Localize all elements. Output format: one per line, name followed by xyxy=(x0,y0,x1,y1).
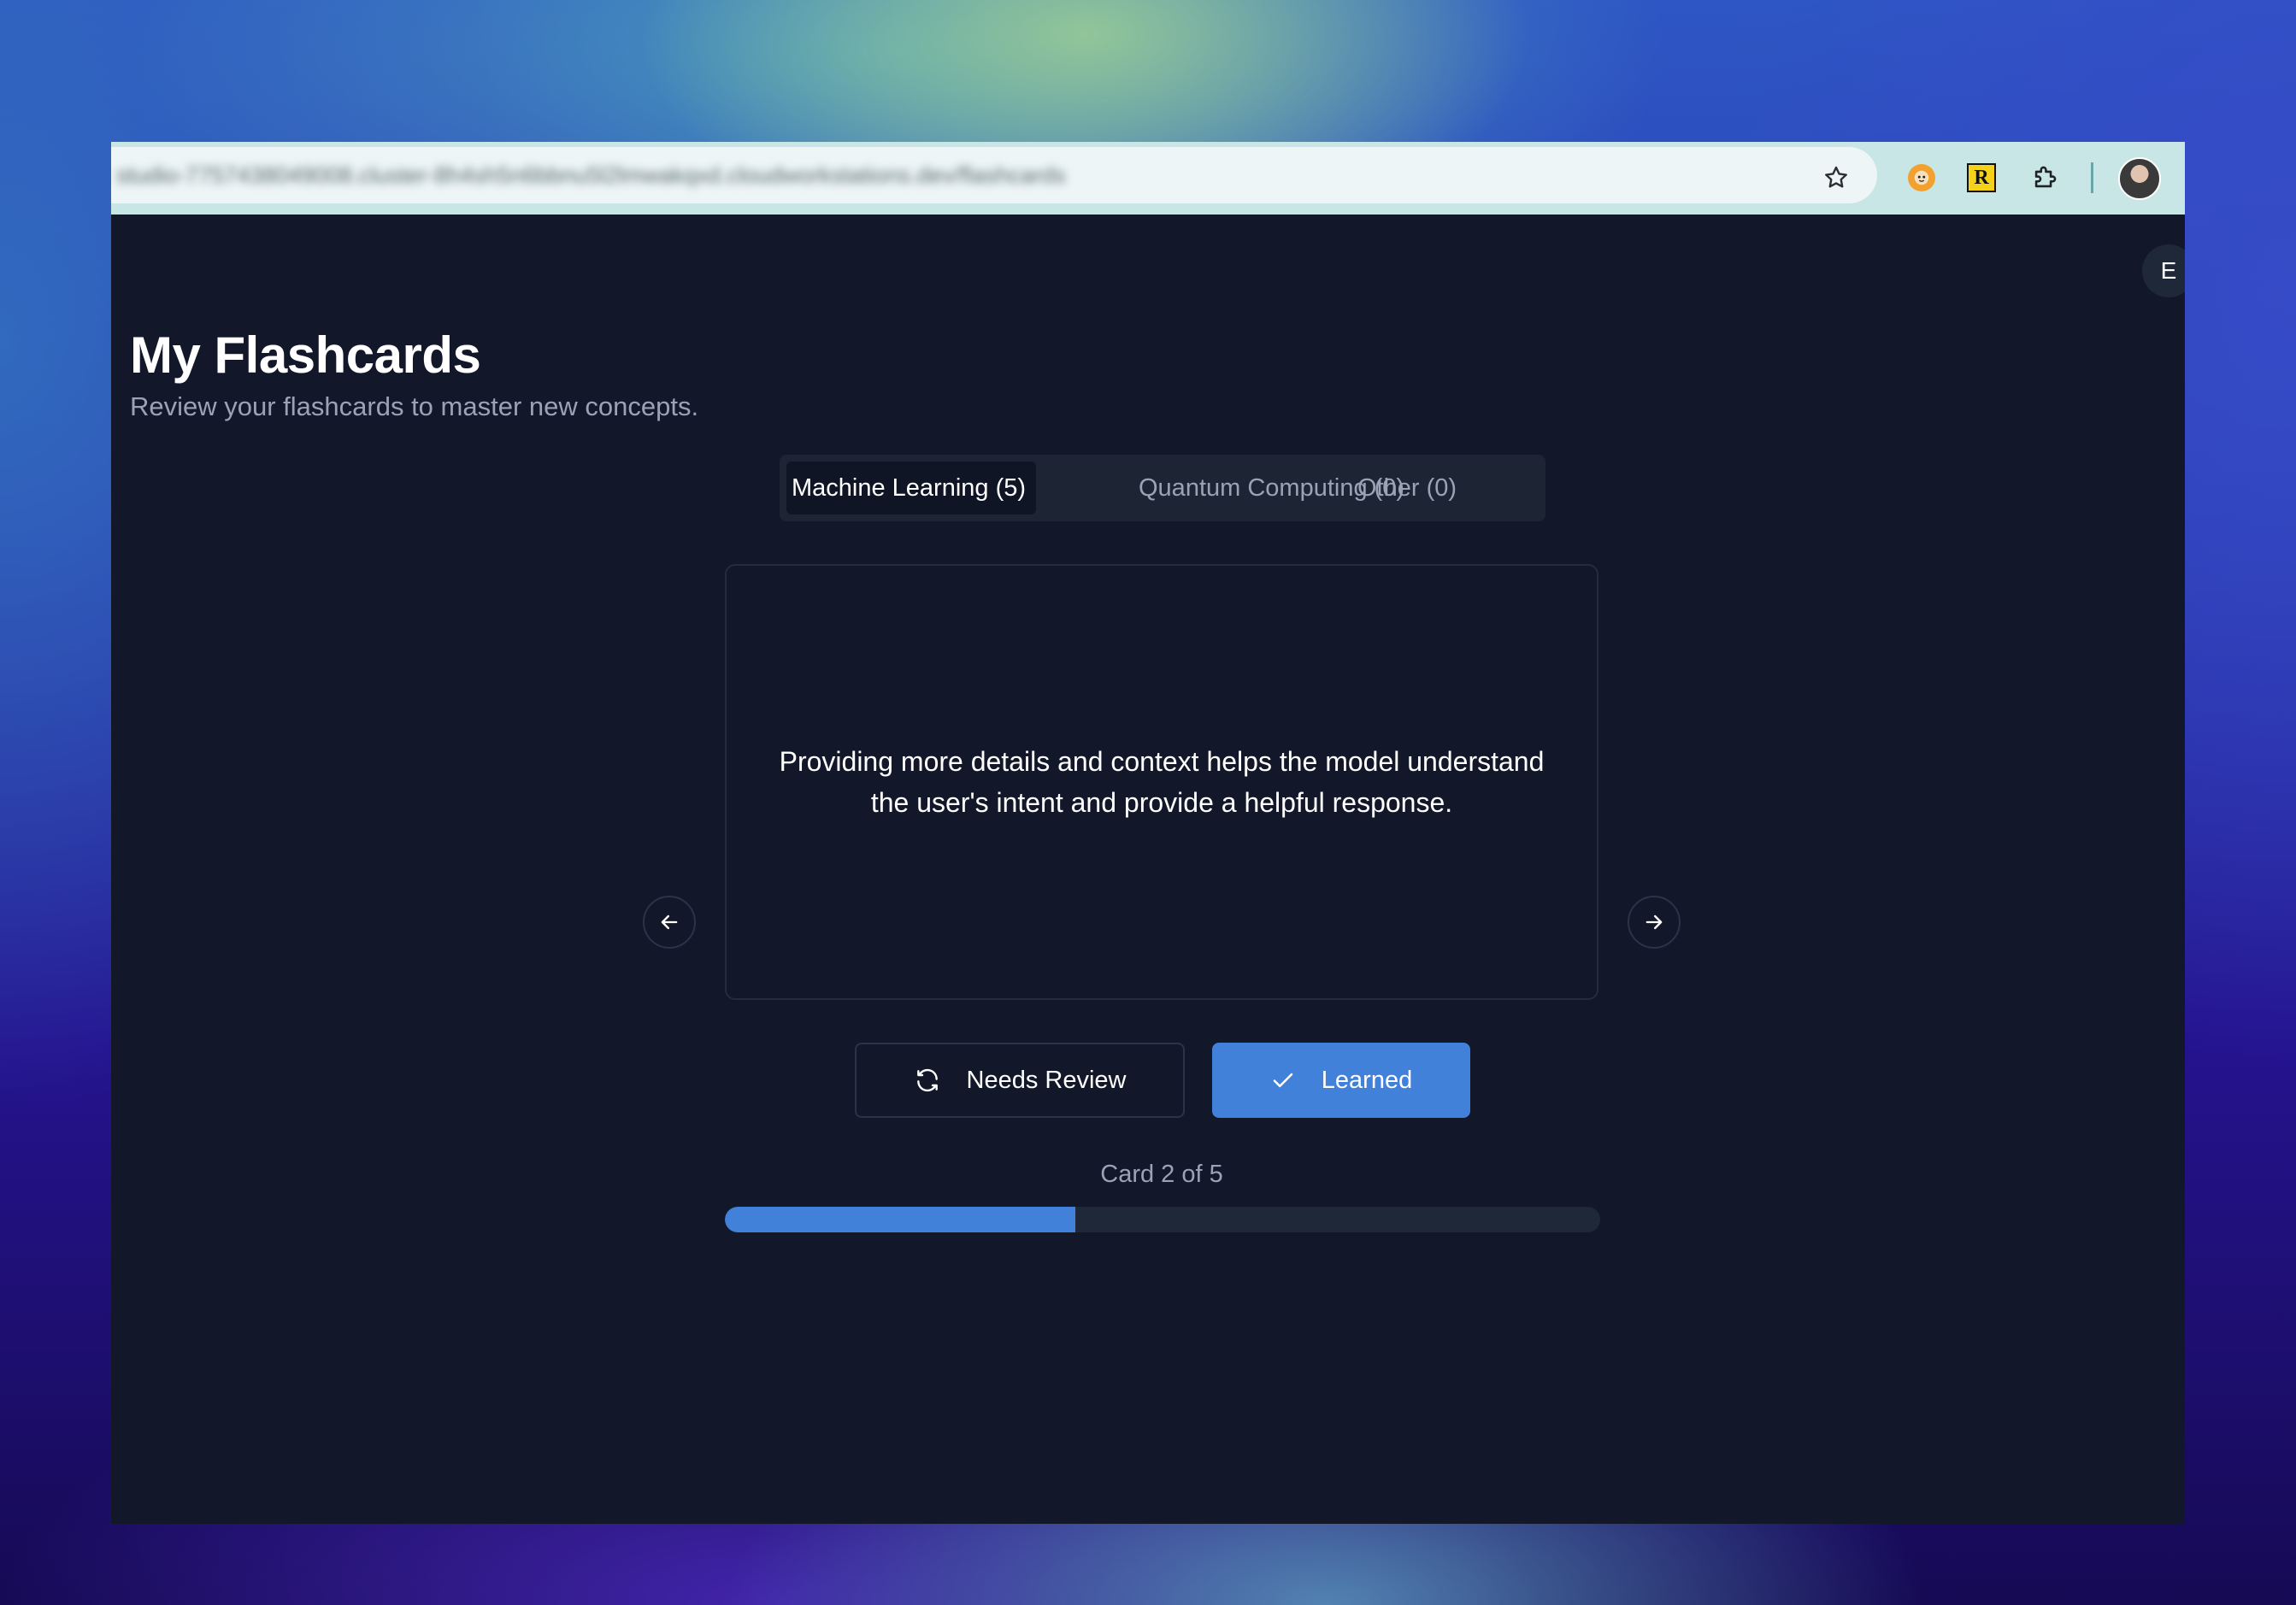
progress-bar xyxy=(725,1207,1600,1232)
address-bar[interactable]: studio-7757438049008.cluster-8h4sh5n6bbn… xyxy=(111,147,1877,203)
avatar[interactable] xyxy=(2118,157,2161,200)
progress-bar-fill xyxy=(725,1207,1075,1232)
learned-button[interactable]: Learned xyxy=(1212,1043,1470,1118)
browser-toolbar: studio-7757438049008.cluster-8h4sh5n6bbn… xyxy=(111,142,2185,215)
needs-review-button[interactable]: Needs Review xyxy=(855,1043,1185,1118)
flashcard-text: Providing more details and context helps… xyxy=(779,746,1545,818)
learned-label: Learned xyxy=(1321,1066,1413,1094)
needs-review-label: Needs Review xyxy=(966,1066,1127,1094)
check-icon xyxy=(1270,1067,1296,1093)
page-title: My Flashcards xyxy=(130,326,481,384)
puzzle-icon[interactable] xyxy=(2026,159,2063,197)
monkey-face-icon[interactable] xyxy=(1903,159,1940,197)
user-avatar[interactable]: E xyxy=(2142,244,2185,297)
tab-other[interactable]: Other (0) xyxy=(1357,455,1457,521)
refresh-icon xyxy=(914,1067,941,1094)
card-counter: Card 2 of 5 xyxy=(1100,1161,1223,1188)
toolbar-divider xyxy=(2091,162,2093,193)
r-badge-icon[interactable]: R xyxy=(1963,159,2000,197)
arrow-left-icon xyxy=(661,914,678,930)
flashcard[interactable]: Providing more details and context helps… xyxy=(725,564,1598,1000)
page-subtitle: Review your flashcards to master new con… xyxy=(130,391,699,421)
address-bar-url[interactable]: studio-7757438049008.cluster-8h4sh5n6bbn… xyxy=(116,162,1227,189)
browser-window: studio-7757438049008.cluster-8h4sh5n6bbn… xyxy=(111,142,2185,1524)
next-card-button[interactable] xyxy=(1628,896,1681,949)
star-icon[interactable] xyxy=(1817,159,1855,197)
category-tabs: Quantum Computing (0) Other (0) Machine … xyxy=(780,455,1545,521)
arrow-right-icon xyxy=(1645,914,1663,930)
previous-card-button[interactable] xyxy=(643,896,696,949)
tab-machine-learning[interactable]: Machine Learning (5) xyxy=(786,462,1036,514)
